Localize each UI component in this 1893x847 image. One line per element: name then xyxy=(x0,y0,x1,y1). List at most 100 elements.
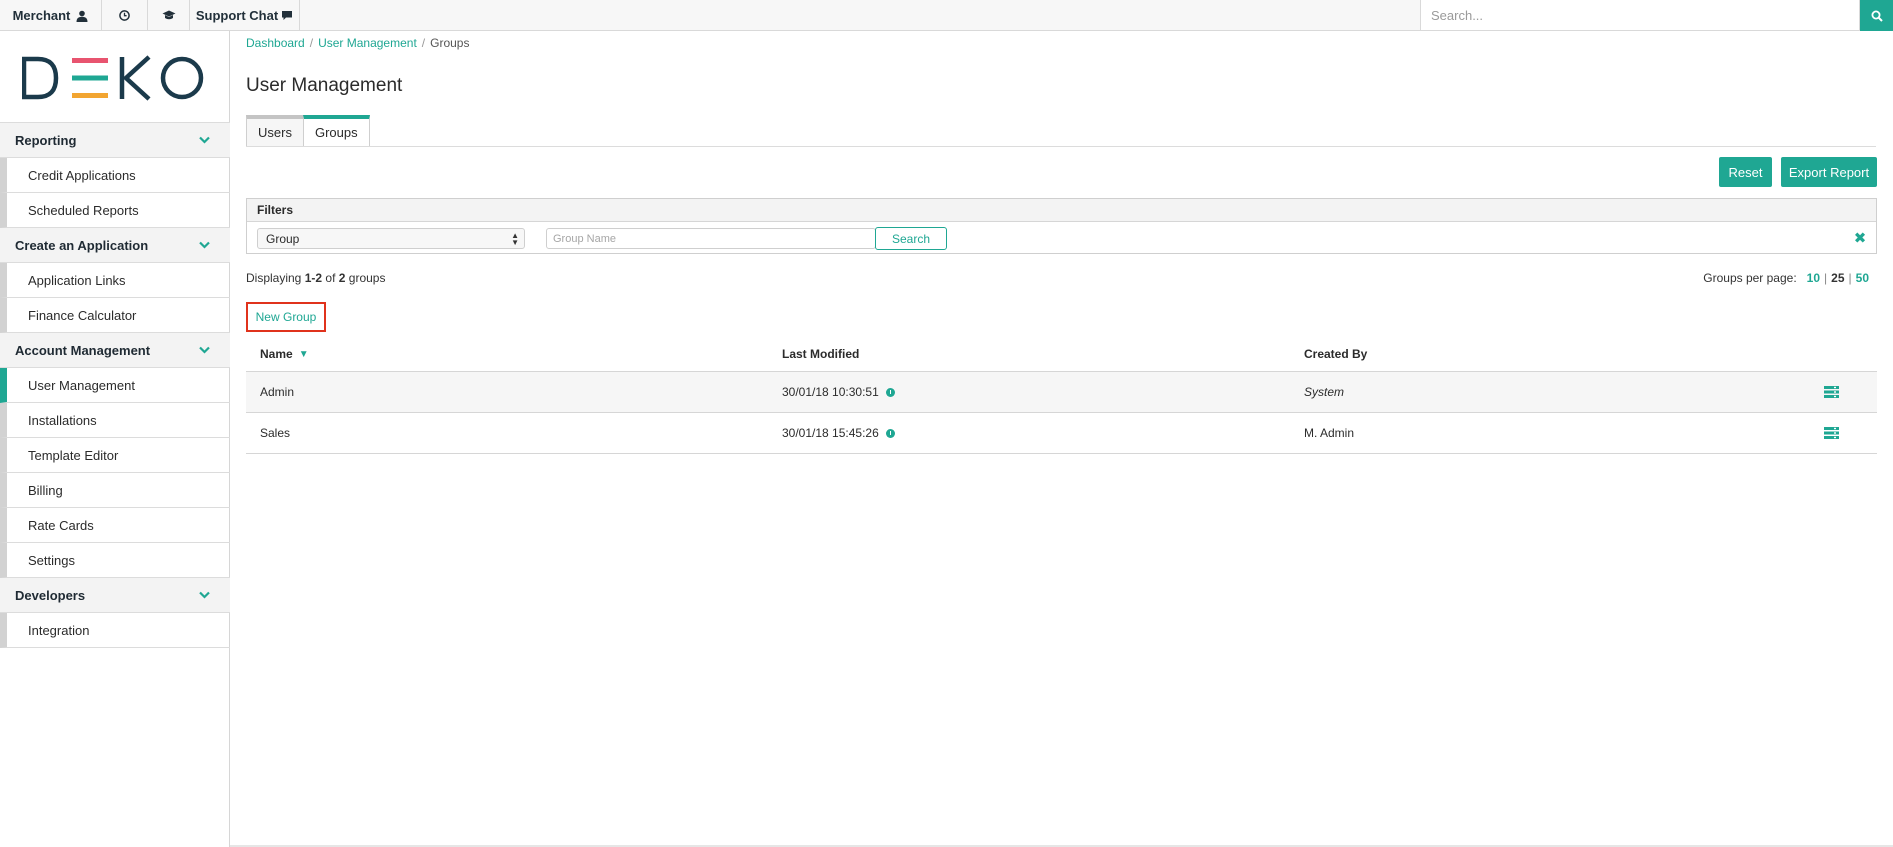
history-button[interactable] xyxy=(102,0,148,31)
column-label: Created By xyxy=(1304,347,1368,361)
nav-group-label: Developers xyxy=(15,587,86,603)
sidebar-item-finance-calculator[interactable]: Finance Calculator xyxy=(0,298,230,333)
sidebar-item-integration[interactable]: Integration xyxy=(0,613,230,648)
breadcrumb: Dashboard / User Management / Groups xyxy=(246,36,469,50)
per-page-label: Groups per page: xyxy=(1703,271,1797,285)
info-icon[interactable] xyxy=(885,387,895,397)
close-icon[interactable]: ✖ xyxy=(1852,230,1868,247)
filter-field-value: Group xyxy=(266,231,300,246)
group-name: Admin xyxy=(260,385,295,399)
sidebar-item-label: Template Editor xyxy=(28,447,119,463)
per-page-option-50[interactable]: 50 xyxy=(1856,271,1869,285)
chevron-down-icon xyxy=(199,136,210,144)
column-header-name[interactable]: Name ▼ xyxy=(260,337,309,371)
last-modified-value: 30/01/18 10:30:51 xyxy=(782,385,879,399)
nav-group-label: Reporting xyxy=(15,132,77,148)
tab-groups[interactable]: Groups xyxy=(302,115,370,147)
global-search-input[interactable] xyxy=(1420,0,1860,31)
table-header: Name ▼ Last Modified Created By xyxy=(246,337,1877,372)
sidebar-item-label: Credit Applications xyxy=(28,167,136,183)
chevron-down-icon xyxy=(199,241,210,249)
select-arrows-icon: ▲ ▼ xyxy=(511,231,519,247)
sidebar-item-installations[interactable]: Installations xyxy=(0,403,230,438)
filter-search-button[interactable]: Search xyxy=(875,227,947,250)
filters-title: Filters xyxy=(247,199,1876,222)
last-modified-value: 30/01/18 15:45:26 xyxy=(782,426,879,440)
global-search-button[interactable] xyxy=(1860,0,1893,31)
training-button[interactable] xyxy=(148,0,190,31)
nav-group-create-application[interactable]: Create an Application xyxy=(0,228,230,263)
breadcrumb-user-management[interactable]: User Management xyxy=(318,36,417,50)
summary-of: of xyxy=(325,271,336,285)
last-modified-cell: 30/01/18 10:30:51 xyxy=(782,372,895,412)
nav-group-developers[interactable]: Developers xyxy=(0,578,230,613)
reset-button[interactable]: Reset xyxy=(1719,157,1772,187)
sidebar-item-label: Scheduled Reports xyxy=(28,202,139,218)
sidebar-nav: Reporting Credit Applications Scheduled … xyxy=(0,122,230,648)
chat-bubble-icon xyxy=(282,11,293,20)
row-menu-icon[interactable] xyxy=(1824,386,1839,398)
breadcrumb-dashboard[interactable]: Dashboard xyxy=(246,36,305,50)
sidebar-item-label: Application Links xyxy=(28,272,126,288)
sidebar-item-label: Rate Cards xyxy=(28,517,94,533)
nav-group-label: Create an Application xyxy=(15,237,149,253)
sidebar-item-label: Settings xyxy=(28,552,75,568)
chevron-down-icon xyxy=(199,346,210,354)
column-header-last-modified[interactable]: Last Modified xyxy=(782,337,859,371)
chevron-down-icon xyxy=(199,591,210,599)
tab-bar: Users Groups xyxy=(246,115,370,147)
tab-users[interactable]: Users xyxy=(246,115,304,147)
export-report-button[interactable]: Export Report xyxy=(1781,157,1877,187)
row-actions[interactable] xyxy=(1824,372,1839,412)
results-summary: Displaying 1-2 of 2 groups xyxy=(246,271,385,285)
table-row[interactable]: Sales 30/01/18 15:45:26 M. Admin xyxy=(246,413,1877,454)
support-chat-label: Support Chat xyxy=(195,8,279,23)
breadcrumb-current: Groups xyxy=(430,36,470,50)
per-page-divider: | xyxy=(1824,271,1828,285)
sidebar-item-settings[interactable]: Settings xyxy=(0,543,230,578)
sidebar: Reporting Credit Applications Scheduled … xyxy=(0,31,230,847)
sidebar-item-application-links[interactable]: Application Links xyxy=(0,263,230,298)
search-icon xyxy=(1871,10,1883,22)
sidebar-item-label: Integration xyxy=(28,622,90,638)
summary-range: 1-2 xyxy=(304,271,323,285)
sort-down-icon: ▼ xyxy=(298,348,309,360)
summary-prefix: Displaying xyxy=(246,271,302,285)
tab-divider xyxy=(246,146,1876,147)
summary-total: 2 xyxy=(338,271,346,285)
per-page-option-25[interactable]: 25 xyxy=(1831,271,1844,285)
deko-logo xyxy=(22,55,204,101)
table-row[interactable]: Admin 30/01/18 10:30:51 System xyxy=(246,372,1877,413)
sidebar-item-billing[interactable]: Billing xyxy=(0,473,230,508)
sidebar-item-credit-applications[interactable]: Credit Applications xyxy=(0,158,230,193)
nav-group-account-management[interactable]: Account Management xyxy=(0,333,230,368)
sidebar-item-rate-cards[interactable]: Rate Cards xyxy=(0,508,230,543)
top-bar: Merchant Support Chat xyxy=(0,0,1893,31)
per-page-option-10[interactable]: 10 xyxy=(1807,271,1820,285)
sidebar-item-label: Billing xyxy=(28,482,63,498)
group-name-input[interactable] xyxy=(546,228,876,249)
groups-table: Name ▼ Last Modified Created By Admin 30… xyxy=(246,337,1877,454)
merchant-menu[interactable]: Merchant xyxy=(0,0,102,31)
column-header-created-by[interactable]: Created By xyxy=(1304,337,1367,371)
row-actions[interactable] xyxy=(1824,413,1839,453)
graduation-cap-icon xyxy=(162,10,175,20)
row-menu-icon[interactable] xyxy=(1824,427,1839,439)
sidebar-item-user-management[interactable]: User Management xyxy=(0,368,230,403)
summary-suffix: groups xyxy=(348,271,386,285)
per-page-selector: Groups per page: 10 | 25 | 50 xyxy=(1703,271,1873,285)
info-icon[interactable] xyxy=(885,428,895,438)
group-name: Sales xyxy=(260,426,291,440)
sidebar-item-label: User Management xyxy=(28,377,135,393)
created-by: System xyxy=(1304,385,1345,399)
page-title: User Management xyxy=(246,75,403,96)
new-group-button[interactable]: New Group xyxy=(246,302,326,332)
nav-group-reporting[interactable]: Reporting xyxy=(0,123,230,158)
filter-field-select[interactable]: Group ▲ ▼ xyxy=(257,228,525,249)
sidebar-item-scheduled-reports[interactable]: Scheduled Reports xyxy=(0,193,230,228)
support-chat-button[interactable]: Support Chat xyxy=(190,0,300,31)
user-icon xyxy=(76,10,88,22)
nav-group-label: Account Management xyxy=(15,342,151,358)
breadcrumb-separator: / xyxy=(309,36,314,50)
sidebar-item-template-editor[interactable]: Template Editor xyxy=(0,438,230,473)
